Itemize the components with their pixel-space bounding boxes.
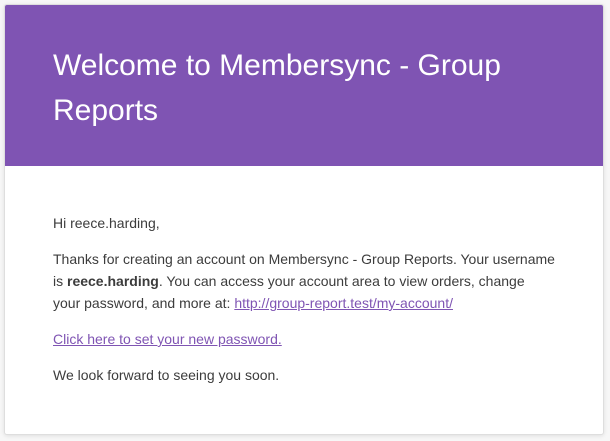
email-header: Welcome to Membersync - Group Reports: [5, 5, 603, 166]
intro-paragraph: Thanks for creating an account on Member…: [53, 248, 555, 314]
email-container: Welcome to Membersync - Group Reports Hi…: [4, 4, 604, 435]
greeting-text: Hi reece.harding,: [53, 215, 160, 231]
my-account-link[interactable]: http://group-report.test/my-account/: [234, 295, 453, 311]
email-body: Hi reece.harding, Thanks for creating an…: [5, 166, 603, 386]
closing-text: We look forward to seeing you soon.: [53, 367, 280, 383]
set-password-link[interactable]: Click here to set your new password.: [53, 331, 282, 347]
email-heading: Welcome to Membersync - Group Reports: [53, 49, 501, 127]
set-password-paragraph: Click here to set your new password.: [53, 328, 555, 350]
username-text: reece.harding: [67, 273, 159, 289]
